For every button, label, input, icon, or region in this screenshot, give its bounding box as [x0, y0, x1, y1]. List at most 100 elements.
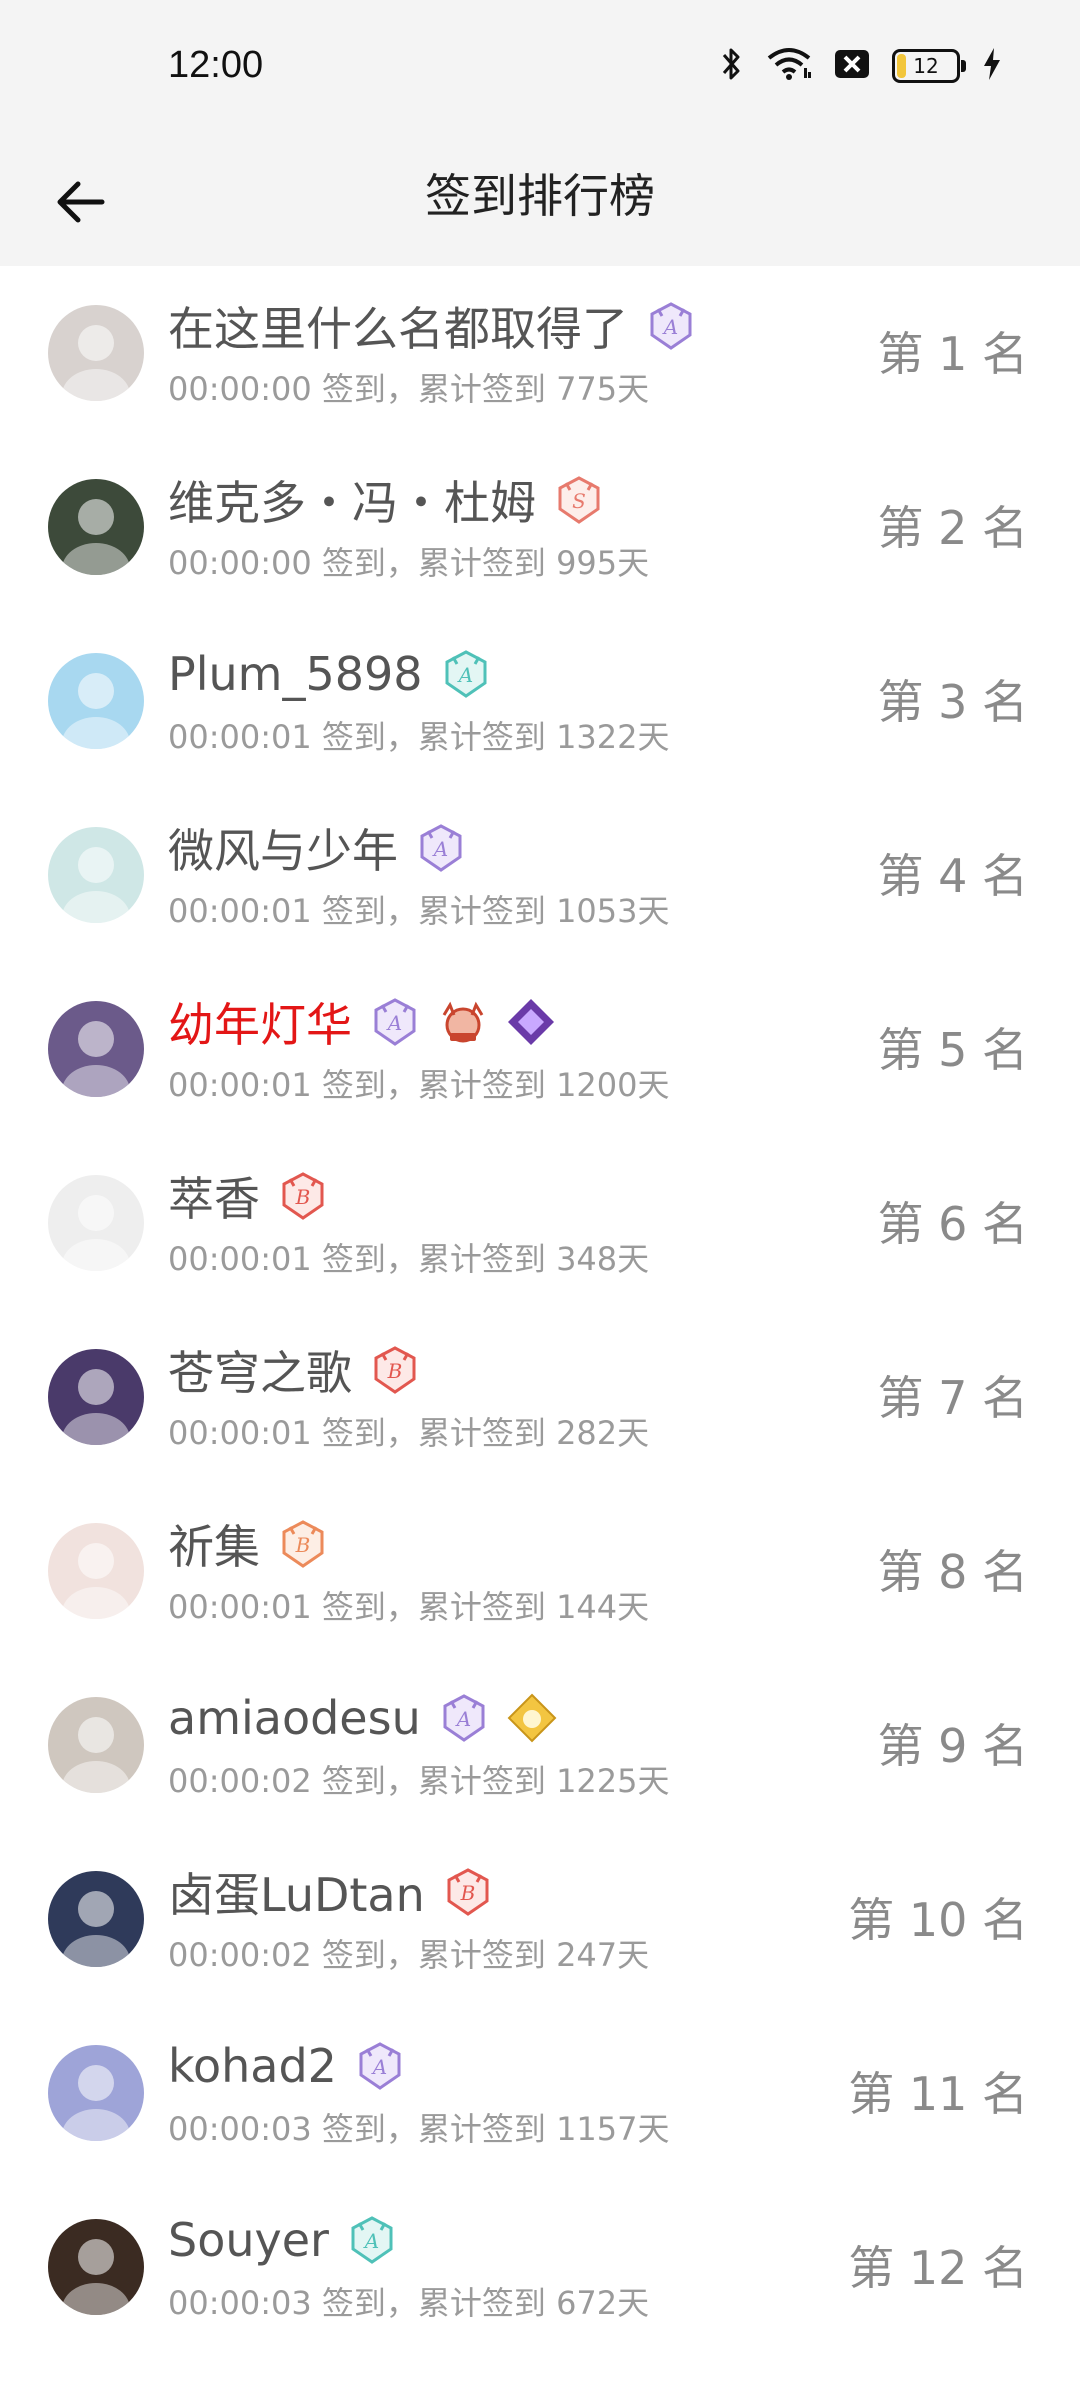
- checkin-info: 00:00:00 签到，累计签到 775天: [168, 370, 650, 408]
- level-badge-icon: A: [646, 301, 696, 351]
- name-line: 萃香 B: [168, 1166, 328, 1226]
- level-badge-icon: [507, 1693, 557, 1743]
- username[interactable]: 卤蛋LuDtan: [168, 1859, 425, 1925]
- leaderboard-row[interactable]: 祈集 B 00:00:01 签到，累计签到 144天 第 8 名: [0, 1484, 1080, 1658]
- username[interactable]: amiaodesu: [168, 1691, 421, 1745]
- page-title: 签到排行榜: [425, 169, 655, 223]
- svg-text:B: B: [295, 1185, 311, 1209]
- rank-label: 第 12 名: [848, 2241, 1028, 2295]
- name-line: 微风与少年 A: [168, 818, 466, 878]
- avatar[interactable]: [48, 1349, 144, 1445]
- level-badge-icon: A: [347, 2215, 397, 2265]
- leaderboard-row[interactable]: 卤蛋LuDtan B 00:00:02 签到，累计签到 247天 第 10 名: [0, 1832, 1080, 2006]
- username[interactable]: 在这里什么名都取得了: [168, 293, 628, 359]
- avatar[interactable]: [48, 1175, 144, 1271]
- leaderboard-row[interactable]: 幼年灯华 A 00:00:01 签到，累计签到 1200天 第 5 名: [0, 962, 1080, 1136]
- leaderboard-row[interactable]: Plum_5898 A 00:00:01 签到，累计签到 1322天 第 3 名: [0, 614, 1080, 788]
- username[interactable]: kohad2: [168, 2039, 337, 2093]
- leaderboard-row[interactable]: 维克多・冯・杜姆 S 00:00:00 签到，累计签到 995天 第 2 名: [0, 440, 1080, 614]
- avatar[interactable]: [48, 2219, 144, 2315]
- username[interactable]: 苍穹之歌: [168, 1337, 352, 1403]
- battery-level: 12: [913, 54, 939, 78]
- checkin-info: 00:00:00 签到，累计签到 995天: [168, 544, 650, 582]
- rank-label: 第 4 名: [877, 849, 1028, 903]
- level-badge-icon: B: [278, 1171, 328, 1221]
- level-badge-icon: B: [443, 1867, 493, 1917]
- name-line: 在这里什么名都取得了 A: [168, 296, 696, 356]
- avatar[interactable]: [48, 479, 144, 575]
- status-time: 12:00: [168, 44, 264, 86]
- status-bar: 12:00 12: [0, 0, 1080, 132]
- bluetooth-icon: [720, 46, 744, 86]
- rank-label: 第 1 名: [877, 327, 1028, 381]
- name-line: 苍穹之歌 B: [168, 1340, 420, 1400]
- svg-text:A: A: [363, 2229, 379, 2253]
- rank-label: 第 11 名: [848, 2067, 1028, 2121]
- status-icons: 12: [720, 46, 1002, 86]
- username[interactable]: Plum_5898: [168, 647, 423, 701]
- leaderboard-row[interactable]: Souyer A 00:00:03 签到，累计签到 672天 第 12 名: [0, 2180, 1080, 2354]
- avatar[interactable]: [48, 305, 144, 401]
- leaderboard-row[interactable]: 萃香 B 00:00:01 签到，累计签到 348天 第 6 名: [0, 1136, 1080, 1310]
- rank-label: 第 9 名: [877, 1719, 1028, 1773]
- level-badge-icon: A: [370, 997, 420, 1047]
- charging-icon: [982, 47, 1002, 85]
- svg-text:B: B: [459, 1881, 475, 1905]
- rank-label: 第 7 名: [877, 1371, 1028, 1425]
- rank-label: 第 3 名: [877, 675, 1028, 729]
- name-line: 祈集 B: [168, 1514, 328, 1574]
- name-line: kohad2 A: [168, 2036, 405, 2096]
- level-badge-icon: B: [278, 1519, 328, 1569]
- name-line: 幼年灯华 A: [168, 992, 556, 1052]
- rank-label: 第 6 名: [877, 1197, 1028, 1251]
- svg-text:A: A: [432, 837, 448, 861]
- checkin-info: 00:00:01 签到，累计签到 1053天: [168, 892, 670, 930]
- svg-text:A: A: [455, 1707, 471, 1731]
- leaderboard-row[interactable]: 微风与少年 A 00:00:01 签到，累计签到 1053天 第 4 名: [0, 788, 1080, 962]
- username[interactable]: 幼年灯华: [168, 989, 352, 1055]
- checkin-info: 00:00:01 签到，累计签到 1200天: [168, 1066, 670, 1104]
- avatar[interactable]: [48, 1523, 144, 1619]
- level-badge-icon: A: [439, 1693, 489, 1743]
- level-badge-icon: A: [416, 823, 466, 873]
- username[interactable]: 祈集: [168, 1511, 260, 1577]
- name-line: amiaodesu A: [168, 1688, 557, 1748]
- avatar[interactable]: [48, 2045, 144, 2141]
- level-badge-icon: S: [554, 475, 604, 525]
- checkin-info: 00:00:03 签到，累计签到 1157天: [168, 2110, 670, 2148]
- level-badge-icon: [506, 997, 556, 1047]
- leaderboard-row[interactable]: amiaodesu A 00:00:02 签到，累计签到 1225天 第 9 名: [0, 1658, 1080, 1832]
- leaderboard-row[interactable]: kohad2 A 00:00:03 签到，累计签到 1157天 第 11 名: [0, 2006, 1080, 2180]
- rank-label: 第 10 名: [848, 1893, 1028, 1947]
- leaderboard-list: 在这里什么名都取得了 A 00:00:00 签到，累计签到 775天第 1 名 …: [0, 266, 1080, 2354]
- avatar[interactable]: [48, 1001, 144, 1097]
- svg-text:A: A: [662, 315, 678, 339]
- wifi-icon: [766, 46, 812, 86]
- checkin-info: 00:00:01 签到，累计签到 348天: [168, 1240, 650, 1278]
- checkin-info: 00:00:01 签到，累计签到 1322天: [168, 718, 670, 756]
- checkin-info: 00:00:03 签到，累计签到 672天: [168, 2284, 650, 2322]
- avatar[interactable]: [48, 827, 144, 923]
- level-badge-icon: A: [441, 649, 491, 699]
- checkin-info: 00:00:01 签到，累计签到 144天: [168, 1588, 650, 1626]
- name-line: Plum_5898 A: [168, 644, 491, 704]
- level-badge-icon: A: [355, 2041, 405, 2091]
- leaderboard-row[interactable]: 苍穹之歌 B 00:00:01 签到，累计签到 282天 第 7 名: [0, 1310, 1080, 1484]
- avatar[interactable]: [48, 1871, 144, 1967]
- avatar[interactable]: [48, 653, 144, 749]
- level-badge-icon: B: [370, 1345, 420, 1395]
- rank-label: 第 8 名: [877, 1545, 1028, 1599]
- app-bar: 签到排行榜: [0, 132, 1080, 266]
- svg-text:A: A: [456, 663, 472, 687]
- username[interactable]: 维克多・冯・杜姆: [168, 467, 536, 533]
- username[interactable]: 微风与少年: [168, 815, 398, 881]
- avatar[interactable]: [48, 1697, 144, 1793]
- username[interactable]: Souyer: [168, 2213, 329, 2267]
- username[interactable]: 萃香: [168, 1163, 260, 1229]
- checkin-info: 00:00:01 签到，累计签到 282天: [168, 1414, 650, 1452]
- svg-text:A: A: [371, 2055, 387, 2079]
- svg-text:B: B: [295, 1533, 311, 1557]
- rank-label: 第 2 名: [877, 501, 1028, 555]
- leaderboard-row[interactable]: 在这里什么名都取得了 A 00:00:00 签到，累计签到 775天 第 1 名: [0, 266, 1080, 440]
- level-badge-icon: [438, 997, 488, 1047]
